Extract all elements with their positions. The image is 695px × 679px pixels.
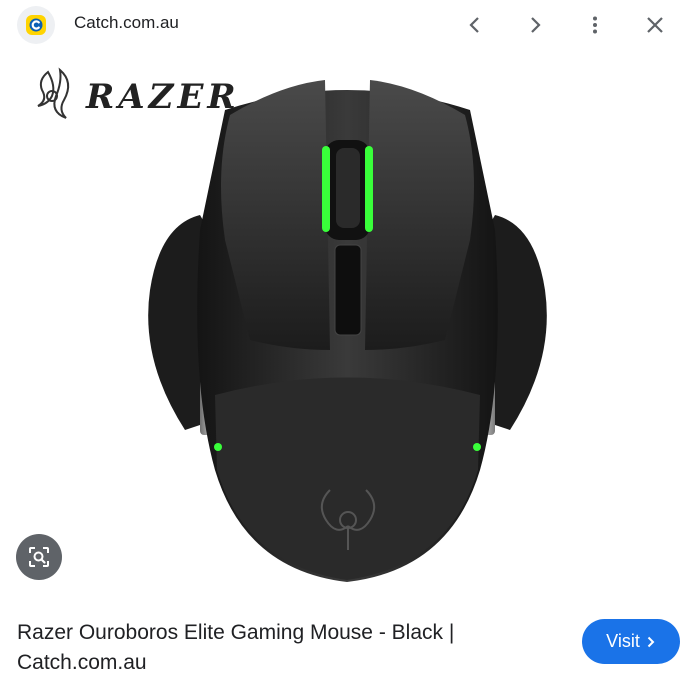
more-vert-icon	[593, 16, 597, 34]
site-name[interactable]: Catch.com.au	[74, 13, 179, 33]
lens-search-icon	[29, 547, 49, 567]
product-image[interactable]: RAZER	[0, 50, 695, 595]
previous-button[interactable]	[458, 8, 492, 42]
next-button[interactable]	[518, 8, 552, 42]
chevron-left-icon	[469, 17, 479, 33]
scroll-wheel-glow-left	[322, 146, 330, 232]
chevron-right-icon	[531, 17, 541, 33]
brand-logo-text: RAZER	[85, 77, 240, 117]
result-title[interactable]: Razer Ouroboros Elite Gaming Mouse - Bla…	[17, 618, 537, 678]
result-title-line2: Catch.com.au	[17, 651, 147, 674]
scroll-wheel-glow-right	[365, 146, 373, 232]
visit-button-label: Visit	[606, 631, 640, 651]
left-side-led	[214, 443, 222, 451]
dpi-button	[334, 244, 362, 336]
visit-button[interactable]: Visit	[582, 619, 680, 664]
close-button[interactable]	[638, 8, 672, 42]
result-title-line1: Razer Ouroboros Elite Gaming Mouse - Bla…	[17, 621, 455, 644]
razer-logo: RAZER	[37, 67, 240, 119]
close-icon	[647, 17, 663, 33]
viewer-header: Catch.com.au	[0, 0, 695, 50]
lens-search-button[interactable]	[16, 534, 62, 580]
chevron-right-icon	[647, 636, 655, 647]
catch-logo-icon[interactable]	[17, 6, 55, 44]
right-side-led	[473, 443, 481, 451]
more-options-button[interactable]	[578, 8, 612, 42]
